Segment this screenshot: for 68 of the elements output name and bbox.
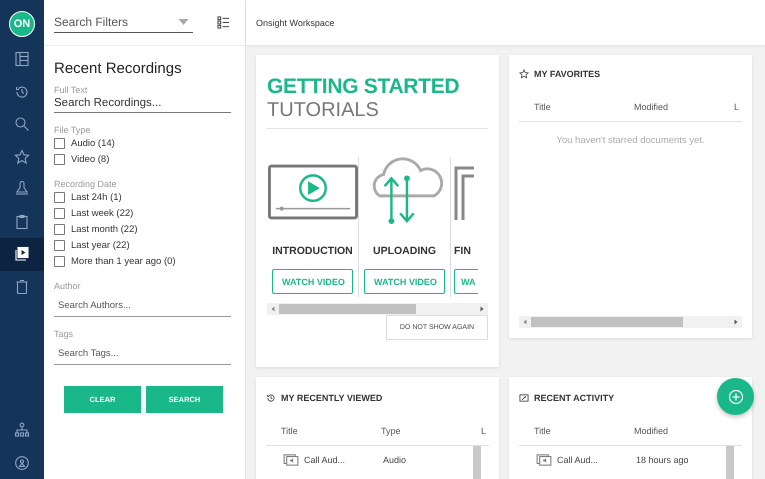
card-title: MY FAVORITES [534, 69, 600, 79]
checkbox[interactable] [54, 240, 65, 250]
column-header[interactable]: Title [281, 426, 381, 436]
column-header[interactable]: Type [381, 426, 481, 436]
checkbox-label: Video (8) [71, 154, 110, 164]
card-subtitle: TUTORIALS [267, 99, 488, 129]
star-icon[interactable] [14, 148, 30, 165]
card-title: MY RECENTLY VIEWED [281, 393, 382, 403]
column-header[interactable]: L [734, 102, 740, 112]
video-player-icon [268, 163, 358, 221]
scrollbar[interactable] [519, 316, 742, 328]
history-icon[interactable] [14, 84, 30, 100]
table-cell: 18 hours ago [636, 455, 689, 465]
header-title: Onsight Workspace [256, 18, 334, 28]
table-cell: Call Aud... [304, 455, 346, 465]
scrollbar[interactable] [267, 303, 488, 315]
tutorial-title: FIN [454, 245, 471, 257]
tutorial-title: UPLOADING [373, 245, 436, 257]
card-title: GETTING STARTED [267, 75, 460, 99]
checkbox-label: Last 24h (1) [71, 192, 122, 202]
list-icon[interactable] [217, 16, 230, 29]
star-icon [519, 69, 529, 79]
checkbox-label: Last month (22) [71, 224, 138, 234]
checkbox[interactable] [54, 224, 65, 234]
filter-dropdown[interactable]: Search Filters [54, 12, 193, 33]
group-label: File Type [54, 125, 92, 135]
column-header[interactable]: Title [534, 102, 634, 112]
activity-icon [519, 393, 529, 403]
table-cell: Call Aud... [557, 455, 598, 465]
checkbox[interactable] [54, 138, 65, 148]
badge-icon[interactable] [14, 454, 30, 471]
card-title: RECENT ACTIVITY [534, 393, 614, 403]
field-label: Full Text [54, 85, 88, 95]
checkbox[interactable] [54, 256, 65, 266]
checkbox-label: Last year (22) [71, 240, 130, 250]
nav-item[interactable] [0, 238, 44, 270]
scrollbar[interactable] [726, 446, 734, 479]
tutorial-title: INTRODUCTION [272, 245, 353, 257]
search-icon[interactable] [14, 116, 30, 132]
column-header[interactable]: Title [534, 426, 634, 436]
trash-icon[interactable] [14, 278, 30, 295]
checkbox[interactable] [54, 192, 65, 202]
column-header[interactable]: Modified [634, 102, 734, 112]
group-label: Recording Date [54, 179, 118, 189]
field-label: Author [54, 281, 82, 291]
checkbox[interactable] [54, 154, 65, 164]
tree-icon[interactable] [14, 51, 30, 68]
add-icon [728, 388, 744, 404]
empty-message: You haven't starred documents yet. [555, 135, 706, 146]
table-cell: Audio [383, 455, 406, 465]
clipboard-icon[interactable] [14, 214, 30, 230]
audio-file-icon [283, 454, 299, 466]
media-icon[interactable] [14, 246, 30, 262]
column-header[interactable]: L [481, 426, 486, 436]
checkbox-label: Last week (22) [71, 208, 134, 218]
bell-icon[interactable] [14, 181, 30, 198]
column-header[interactable]: Modified [634, 426, 734, 436]
caret-icon [178, 19, 189, 25]
checkbox[interactable] [54, 208, 65, 218]
checkbox-label: Audio (14) [71, 138, 115, 148]
scrollbar[interactable] [473, 446, 481, 479]
history-icon [266, 393, 276, 403]
field-label: Tags [54, 329, 74, 339]
panel-title: Recent Recordings [54, 60, 183, 77]
audio-file-icon [536, 454, 552, 466]
search-field[interactable]: Search Recordings... [54, 95, 231, 113]
checkbox-label: More than 1 year ago (0) [71, 256, 176, 266]
hierarchy-icon[interactable] [14, 422, 30, 438]
